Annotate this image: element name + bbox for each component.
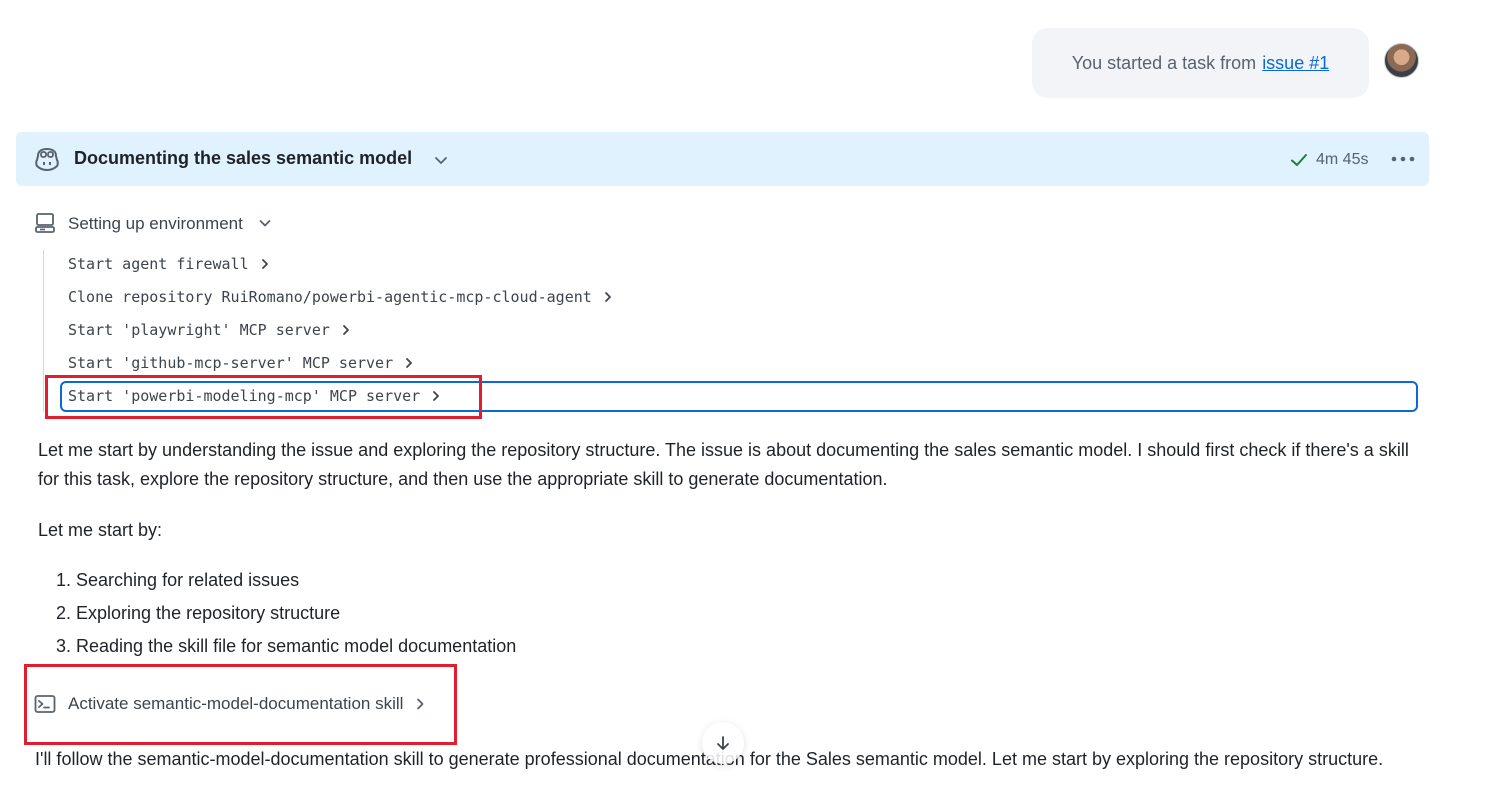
step-label: Clone repository RuiRomano/powerbi-agent… (68, 288, 592, 306)
session-header[interactable]: Documenting the sales semantic model 4m … (16, 132, 1429, 186)
arrow-down-icon (717, 736, 729, 750)
chevron-down-icon[interactable] (258, 216, 272, 230)
steps-timeline (43, 250, 44, 412)
issue-link[interactable]: issue #1 (1262, 53, 1329, 74)
setup-step[interactable]: Start agent firewall (68, 252, 271, 276)
assistant-paragraph: Let me start by understanding the issue … (38, 440, 1409, 489)
session-title: Documenting the sales semantic model (74, 148, 413, 168)
numbered-list: 1. Searching for related issues 2. Explo… (56, 564, 516, 663)
avatar[interactable] (1384, 43, 1419, 78)
chevron-right-icon (406, 358, 413, 368)
chat-page: You started a task from issue #1 Documen… (0, 0, 1490, 812)
chevron-right-icon (604, 292, 611, 302)
setup-step[interactable]: Start 'playwright' MCP server (68, 318, 352, 342)
copilot-icon (35, 147, 59, 171)
server-icon (35, 213, 55, 233)
user-message-bubble: You started a task from issue #1 (1032, 28, 1369, 98)
session-duration: 4m 45s (1316, 151, 1369, 168)
list-item: 2. Exploring the repository structure (56, 603, 341, 623)
assistant-paragraph: Let me start by: (38, 520, 163, 540)
kebab-menu-icon[interactable] (1390, 148, 1416, 170)
step-label: Start agent firewall (68, 255, 249, 273)
scroll-to-bottom-button[interactable] (702, 722, 744, 764)
setup-step[interactable]: Clone repository RuiRomano/powerbi-agent… (68, 285, 614, 309)
highlight-box (24, 664, 457, 745)
list-item: 1. Searching for related issues (56, 570, 300, 590)
chevron-right-icon (261, 259, 268, 269)
chevron-down-icon[interactable] (433, 152, 449, 168)
step-label: Start 'github-mcp-server' MCP server (68, 354, 394, 372)
step-label: Start 'playwright' MCP server (68, 321, 330, 339)
user-message-text: You started a task from (1071, 52, 1257, 73)
setup-environment-label[interactable]: Setting up environment (68, 214, 243, 234)
setup-step[interactable]: Start 'github-mcp-server' MCP server (68, 351, 415, 375)
highlight-box (45, 375, 482, 419)
check-icon (1291, 154, 1307, 166)
list-item: 3. Reading the skill file for semantic m… (56, 636, 517, 656)
chevron-right-icon (343, 325, 349, 335)
